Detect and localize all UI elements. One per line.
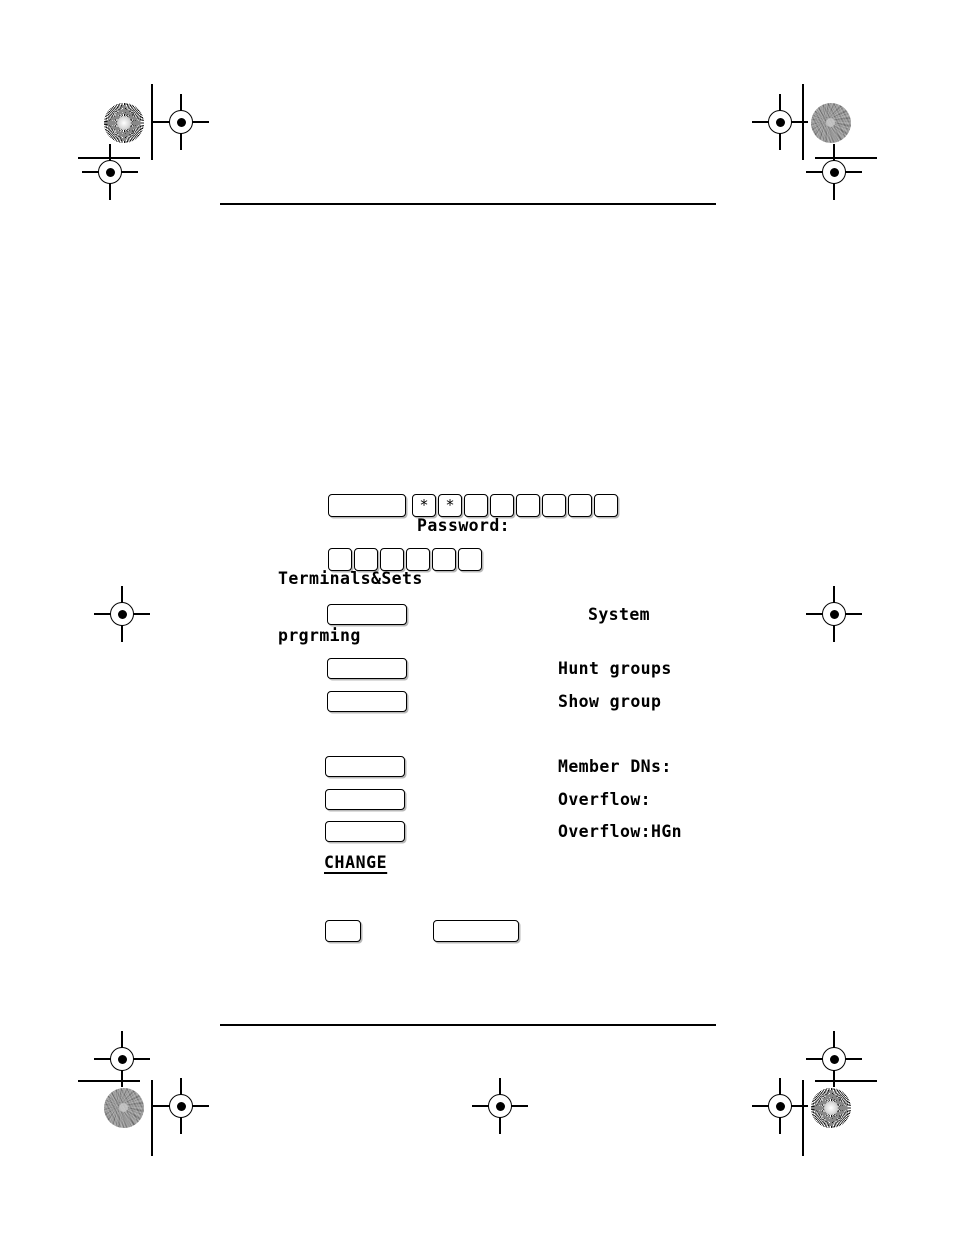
softkey-change[interactable]: CHANGE bbox=[324, 853, 387, 872]
digit-key-4[interactable] bbox=[490, 494, 514, 517]
code-key-1[interactable] bbox=[328, 548, 352, 571]
display-overflow-hgn: Overflow:HGn bbox=[558, 822, 683, 841]
digit-key-3[interactable] bbox=[464, 494, 488, 517]
display-password: Password: bbox=[417, 516, 511, 535]
code-key-6[interactable] bbox=[458, 548, 482, 571]
code-key-3[interactable] bbox=[380, 548, 404, 571]
digit-key-5[interactable] bbox=[516, 494, 540, 517]
display-hunt-groups: Hunt groups bbox=[558, 659, 672, 678]
footer-key-large[interactable] bbox=[433, 920, 519, 942]
asterisk-icon: * bbox=[419, 495, 429, 514]
nav-key-member-dns[interactable] bbox=[325, 756, 405, 777]
code-key-2[interactable] bbox=[354, 548, 378, 571]
nav-key-overflow-hgn[interactable] bbox=[325, 821, 405, 842]
display-member-dns: Member DNs: bbox=[558, 757, 672, 776]
digit-key-star-2[interactable]: * bbox=[438, 494, 462, 517]
code-key-5[interactable] bbox=[432, 548, 456, 571]
nav-key-overflow[interactable] bbox=[325, 789, 405, 810]
display-overflow: Overflow: bbox=[558, 790, 652, 809]
display-prgrming: prgrming bbox=[278, 626, 361, 645]
nav-key-system-prgrming[interactable] bbox=[327, 604, 407, 625]
programming-flow-diagram: * * Password: Terminals&Sets System prgr… bbox=[0, 0, 954, 1235]
feature-key[interactable] bbox=[328, 494, 406, 517]
display-terminals-and-sets: Terminals&Sets bbox=[278, 569, 423, 588]
digit-key-8[interactable] bbox=[594, 494, 618, 517]
digit-key-7[interactable] bbox=[568, 494, 592, 517]
display-system: System bbox=[588, 605, 651, 624]
digit-key-6[interactable] bbox=[542, 494, 566, 517]
nav-key-hunt-groups[interactable] bbox=[327, 658, 407, 679]
nav-key-show-group[interactable] bbox=[327, 691, 407, 712]
asterisk-icon: * bbox=[445, 495, 455, 514]
footer-key-small[interactable] bbox=[325, 920, 361, 942]
code-key-4[interactable] bbox=[406, 548, 430, 571]
display-show-group: Show group bbox=[558, 692, 662, 711]
digit-key-star-1[interactable]: * bbox=[412, 494, 436, 517]
